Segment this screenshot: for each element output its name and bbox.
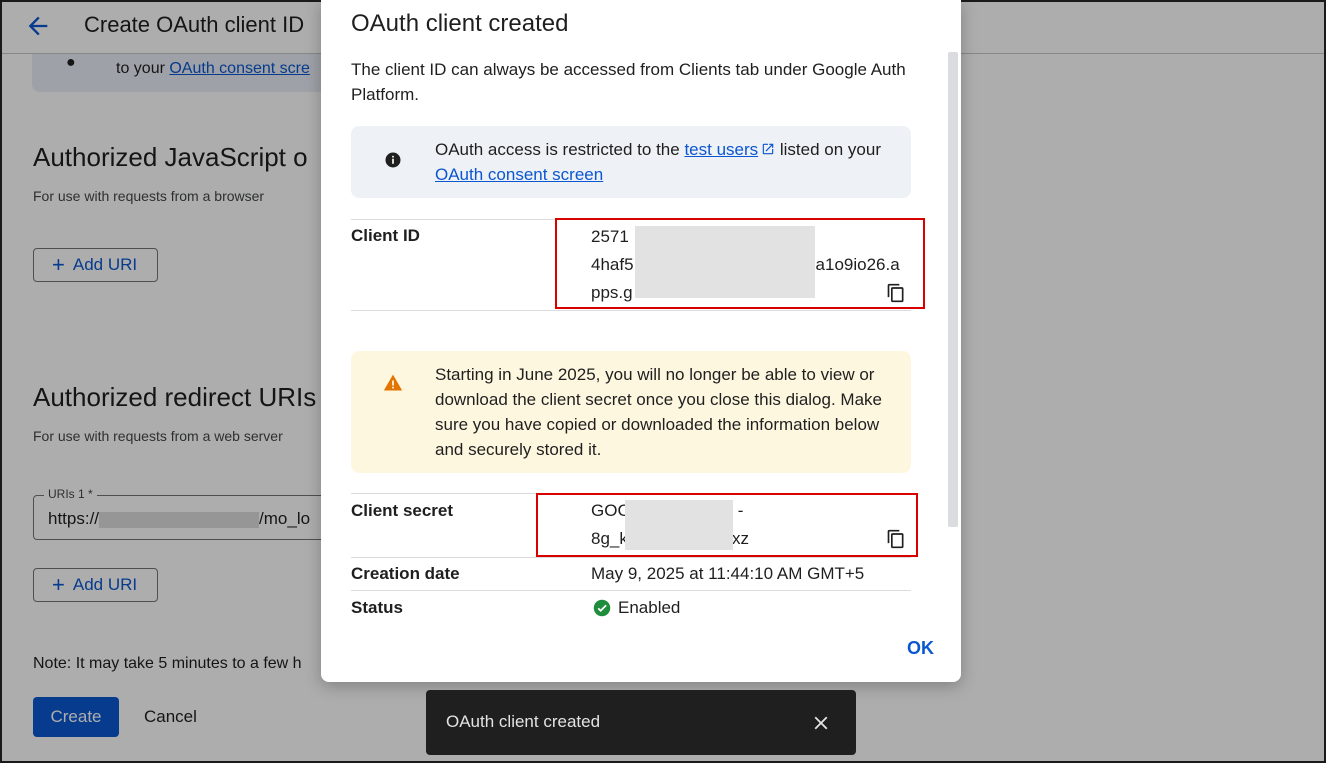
oauth-client-created-dialog: OAuth client created The client ID can a… [321, 0, 961, 682]
client-secret-highlight [536, 493, 918, 557]
creation-date-value: May 9, 2025 at 11:44:10 AM GMT+5 [591, 564, 865, 583]
dialog-description: The client ID can always be accessed fro… [351, 60, 906, 104]
copy-client-id-icon[interactable] [886, 283, 906, 303]
divider [351, 590, 911, 591]
divider [351, 310, 911, 311]
test-users-link[interactable]: test users [684, 140, 758, 159]
copy-client-secret-icon[interactable] [886, 529, 906, 549]
snackbar: OAuth client created [426, 690, 856, 755]
check-circle-icon [593, 599, 611, 617]
client-secret-label: Client secret [351, 501, 454, 520]
creation-date-label: Creation date [351, 564, 460, 583]
dialog-scrollbar[interactable] [948, 52, 958, 527]
client-id-label: Client ID [351, 226, 420, 245]
status-label: Status [351, 598, 403, 617]
close-icon[interactable] [810, 712, 832, 734]
oauth-consent-screen-link[interactable]: OAuth consent screen [435, 165, 603, 184]
client-secret-warning: Starting in June 2025, you will no longe… [351, 351, 911, 473]
client-id-highlight [555, 218, 925, 309]
client-secret-warning-text: Starting in June 2025, you will no longe… [435, 365, 882, 459]
status-value: Enabled [618, 598, 681, 617]
test-users-notice-text: OAuth access is restricted to the test u… [435, 140, 881, 184]
test-users-notice: OAuth access is restricted to the test u… [351, 126, 911, 198]
dialog-title: OAuth client created [351, 10, 569, 37]
ok-button[interactable]: OK [907, 638, 934, 659]
warning-icon [383, 374, 403, 391]
info-icon [385, 152, 401, 168]
external-link-icon [762, 143, 774, 155]
divider [351, 557, 911, 558]
snackbar-message: OAuth client created [446, 712, 601, 731]
